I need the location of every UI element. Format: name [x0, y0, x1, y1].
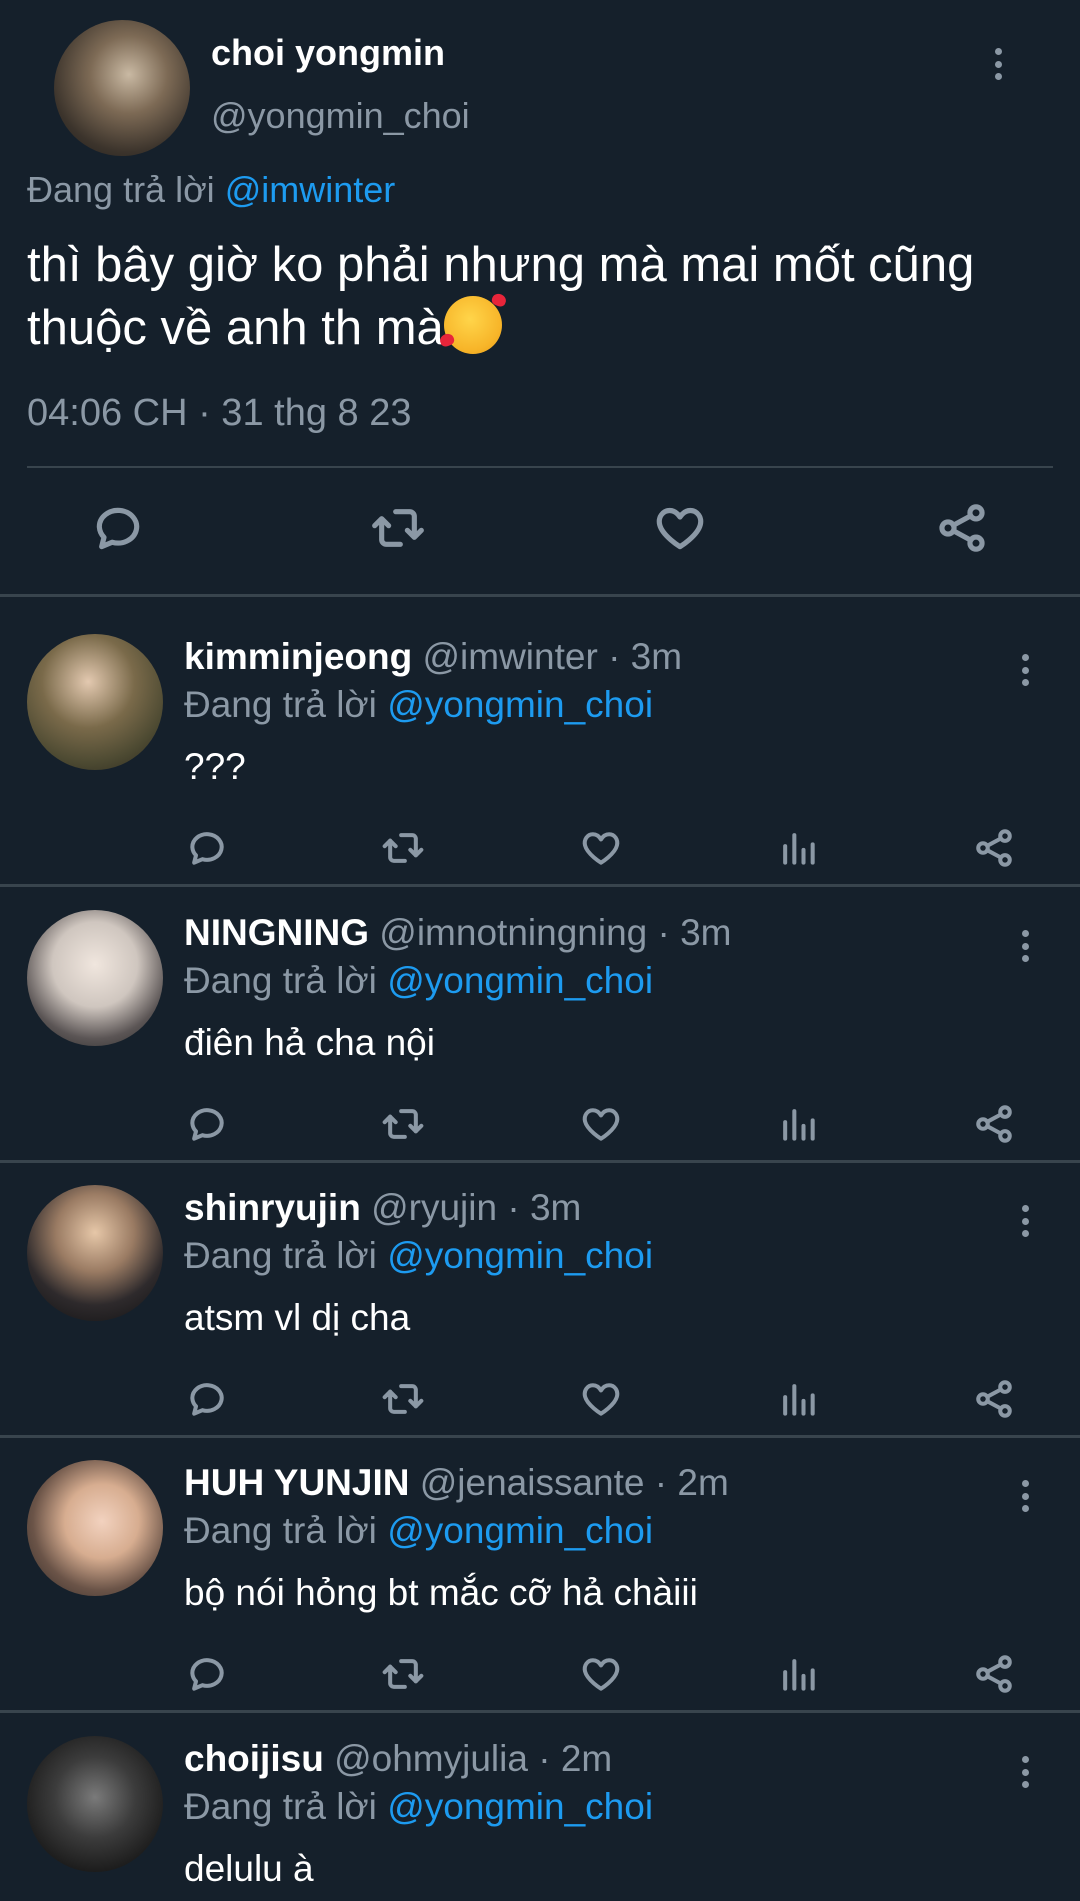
- reply-icon[interactable]: [185, 1102, 229, 1146]
- replying-to: Đang trả lời @imwinter: [27, 169, 395, 211]
- reply-tweet[interactable]: NINGNING @imnotningning · 3m Đang trả lờ…: [0, 880, 1080, 1154]
- analytics-icon[interactable]: [776, 1102, 820, 1146]
- like-icon[interactable]: [579, 1652, 623, 1696]
- smiling-face-with-hearts-icon: [443, 296, 502, 354]
- reply-text: bộ nói hỏng bt mắc cỡ hả chàiii: [184, 1572, 698, 1613]
- share-icon[interactable]: [972, 1377, 1016, 1421]
- replying-to-mention[interactable]: @yongmin_choi: [387, 1510, 653, 1551]
- replying-to: Đang trả lời @yongmin_choi: [184, 1235, 653, 1277]
- replying-to-mention[interactable]: @yongmin_choi: [387, 1235, 653, 1276]
- reply-tweet[interactable]: kimminjeong @imwinter · 3m Đang trả lời …: [0, 604, 1080, 878]
- reply-text: ???: [184, 746, 246, 787]
- avatar[interactable]: [27, 1736, 163, 1872]
- author-name[interactable]: shinryujin: [184, 1187, 361, 1228]
- replying-to-mention[interactable]: @yongmin_choi: [387, 684, 653, 725]
- reply-tweet[interactable]: HUH YUNJIN @jenaissante · 2m Đang trả lờ…: [0, 1430, 1080, 1704]
- avatar[interactable]: [54, 20, 190, 156]
- share-icon[interactable]: [972, 1652, 1016, 1696]
- author-meta: @jenaissante · 2m: [419, 1462, 729, 1503]
- reply-header: shinryujin @ryujin · 3m: [184, 1187, 581, 1229]
- analytics-icon[interactable]: [776, 826, 820, 870]
- like-icon[interactable]: [579, 826, 623, 870]
- more-options-icon[interactable]: [1015, 926, 1035, 966]
- replying-to-label: Đang trả lời: [184, 684, 377, 725]
- tweet-thread: choi yongmin @yongmin_choi Đang trả lời …: [0, 0, 1080, 1901]
- main-tweet[interactable]: choi yongmin @yongmin_choi Đang trả lời …: [0, 0, 1080, 552]
- reply-header: choijisu @ohmyjulia · 2m: [184, 1738, 612, 1780]
- avatar[interactable]: [27, 1460, 163, 1596]
- reply-tweet[interactable]: shinryujin @ryujin · 3m Đang trả lời @yo…: [0, 1155, 1080, 1429]
- author-name[interactable]: NINGNING: [184, 912, 369, 953]
- replying-to-label: Đang trả lời: [184, 1235, 377, 1276]
- share-icon[interactable]: [934, 500, 990, 556]
- more-options-icon[interactable]: [1015, 1752, 1035, 1792]
- reply-header: NINGNING @imnotningning · 3m: [184, 912, 732, 954]
- retweet-icon[interactable]: [370, 500, 426, 556]
- author-name[interactable]: choi yongmin: [211, 32, 445, 74]
- more-options-icon[interactable]: [1015, 1476, 1035, 1516]
- replying-to-mention[interactable]: @yongmin_choi: [387, 1786, 653, 1827]
- reply-icon[interactable]: [90, 500, 146, 556]
- reply-actions: [0, 826, 1080, 876]
- author-meta: @ryujin · 3m: [371, 1187, 582, 1228]
- replying-to-label: Đang trả lời: [184, 960, 377, 1001]
- reply-text: delulu à: [184, 1848, 314, 1889]
- reply-icon[interactable]: [185, 1377, 229, 1421]
- author-meta: @imnotningning · 3m: [379, 912, 732, 953]
- replying-to-mention[interactable]: @yongmin_choi: [387, 960, 653, 1001]
- analytics-icon[interactable]: [776, 1652, 820, 1696]
- reply-icon[interactable]: [185, 1652, 229, 1696]
- share-icon[interactable]: [972, 1102, 1016, 1146]
- reply-header: kimminjeong @imwinter · 3m: [184, 636, 682, 678]
- reply-actions: [0, 1652, 1080, 1702]
- more-options-icon[interactable]: [1015, 1201, 1035, 1241]
- reply-header: HUH YUNJIN @jenaissante · 2m: [184, 1462, 729, 1504]
- author-handle[interactable]: @yongmin_choi: [211, 95, 470, 137]
- reply-actions: [0, 1102, 1080, 1152]
- main-tweet-actions: [0, 500, 1080, 570]
- author-meta: @ohmyjulia · 2m: [334, 1738, 613, 1779]
- main-tweet-header: choi yongmin @yongmin_choi: [27, 0, 1053, 176]
- retweet-icon[interactable]: [381, 1102, 425, 1146]
- author-name[interactable]: kimminjeong: [184, 636, 412, 677]
- divider: [0, 594, 1080, 597]
- retweet-icon[interactable]: [381, 1377, 425, 1421]
- author-name[interactable]: choijisu: [184, 1738, 324, 1779]
- replying-to-label: Đang trả lời: [27, 169, 215, 210]
- like-icon[interactable]: [652, 500, 708, 556]
- author-name[interactable]: HUH YUNJIN: [184, 1462, 409, 1503]
- avatar[interactable]: [27, 634, 163, 770]
- replying-to: Đang trả lời @yongmin_choi: [184, 1786, 653, 1828]
- more-options-icon[interactable]: [1015, 650, 1035, 690]
- retweet-icon[interactable]: [381, 1652, 425, 1696]
- replying-to: Đang trả lời @yongmin_choi: [184, 960, 653, 1002]
- like-icon[interactable]: [579, 1102, 623, 1146]
- author-meta: @imwinter · 3m: [422, 636, 683, 677]
- replying-to-mention[interactable]: @imwinter: [225, 169, 396, 210]
- replying-to: Đang trả lời @yongmin_choi: [184, 684, 653, 726]
- like-icon[interactable]: [579, 1377, 623, 1421]
- reply-tweet[interactable]: choijisu @ohmyjulia · 2m Đang trả lời @y…: [0, 1706, 1080, 1901]
- avatar[interactable]: [27, 1185, 163, 1321]
- replying-to-label: Đang trả lời: [184, 1510, 377, 1551]
- analytics-icon[interactable]: [776, 1377, 820, 1421]
- reply-text: điên hả cha nội: [184, 1022, 435, 1063]
- reply-icon[interactable]: [185, 826, 229, 870]
- divider: [27, 466, 1053, 468]
- reply-actions: [0, 1377, 1080, 1427]
- tweet-text: thì bây giờ ko phải nhưng mà mai mốt cũn…: [27, 234, 1047, 359]
- share-icon[interactable]: [972, 826, 1016, 870]
- retweet-icon[interactable]: [381, 826, 425, 870]
- reply-text: atsm vl dị cha: [184, 1297, 411, 1338]
- replying-to-label: Đang trả lời: [184, 1786, 377, 1827]
- avatar[interactable]: [27, 910, 163, 1046]
- replying-to: Đang trả lời @yongmin_choi: [184, 1510, 653, 1552]
- tweet-timestamp: 04:06 CH · 31 thg 8 23: [27, 392, 412, 434]
- more-options-icon[interactable]: [988, 44, 1008, 84]
